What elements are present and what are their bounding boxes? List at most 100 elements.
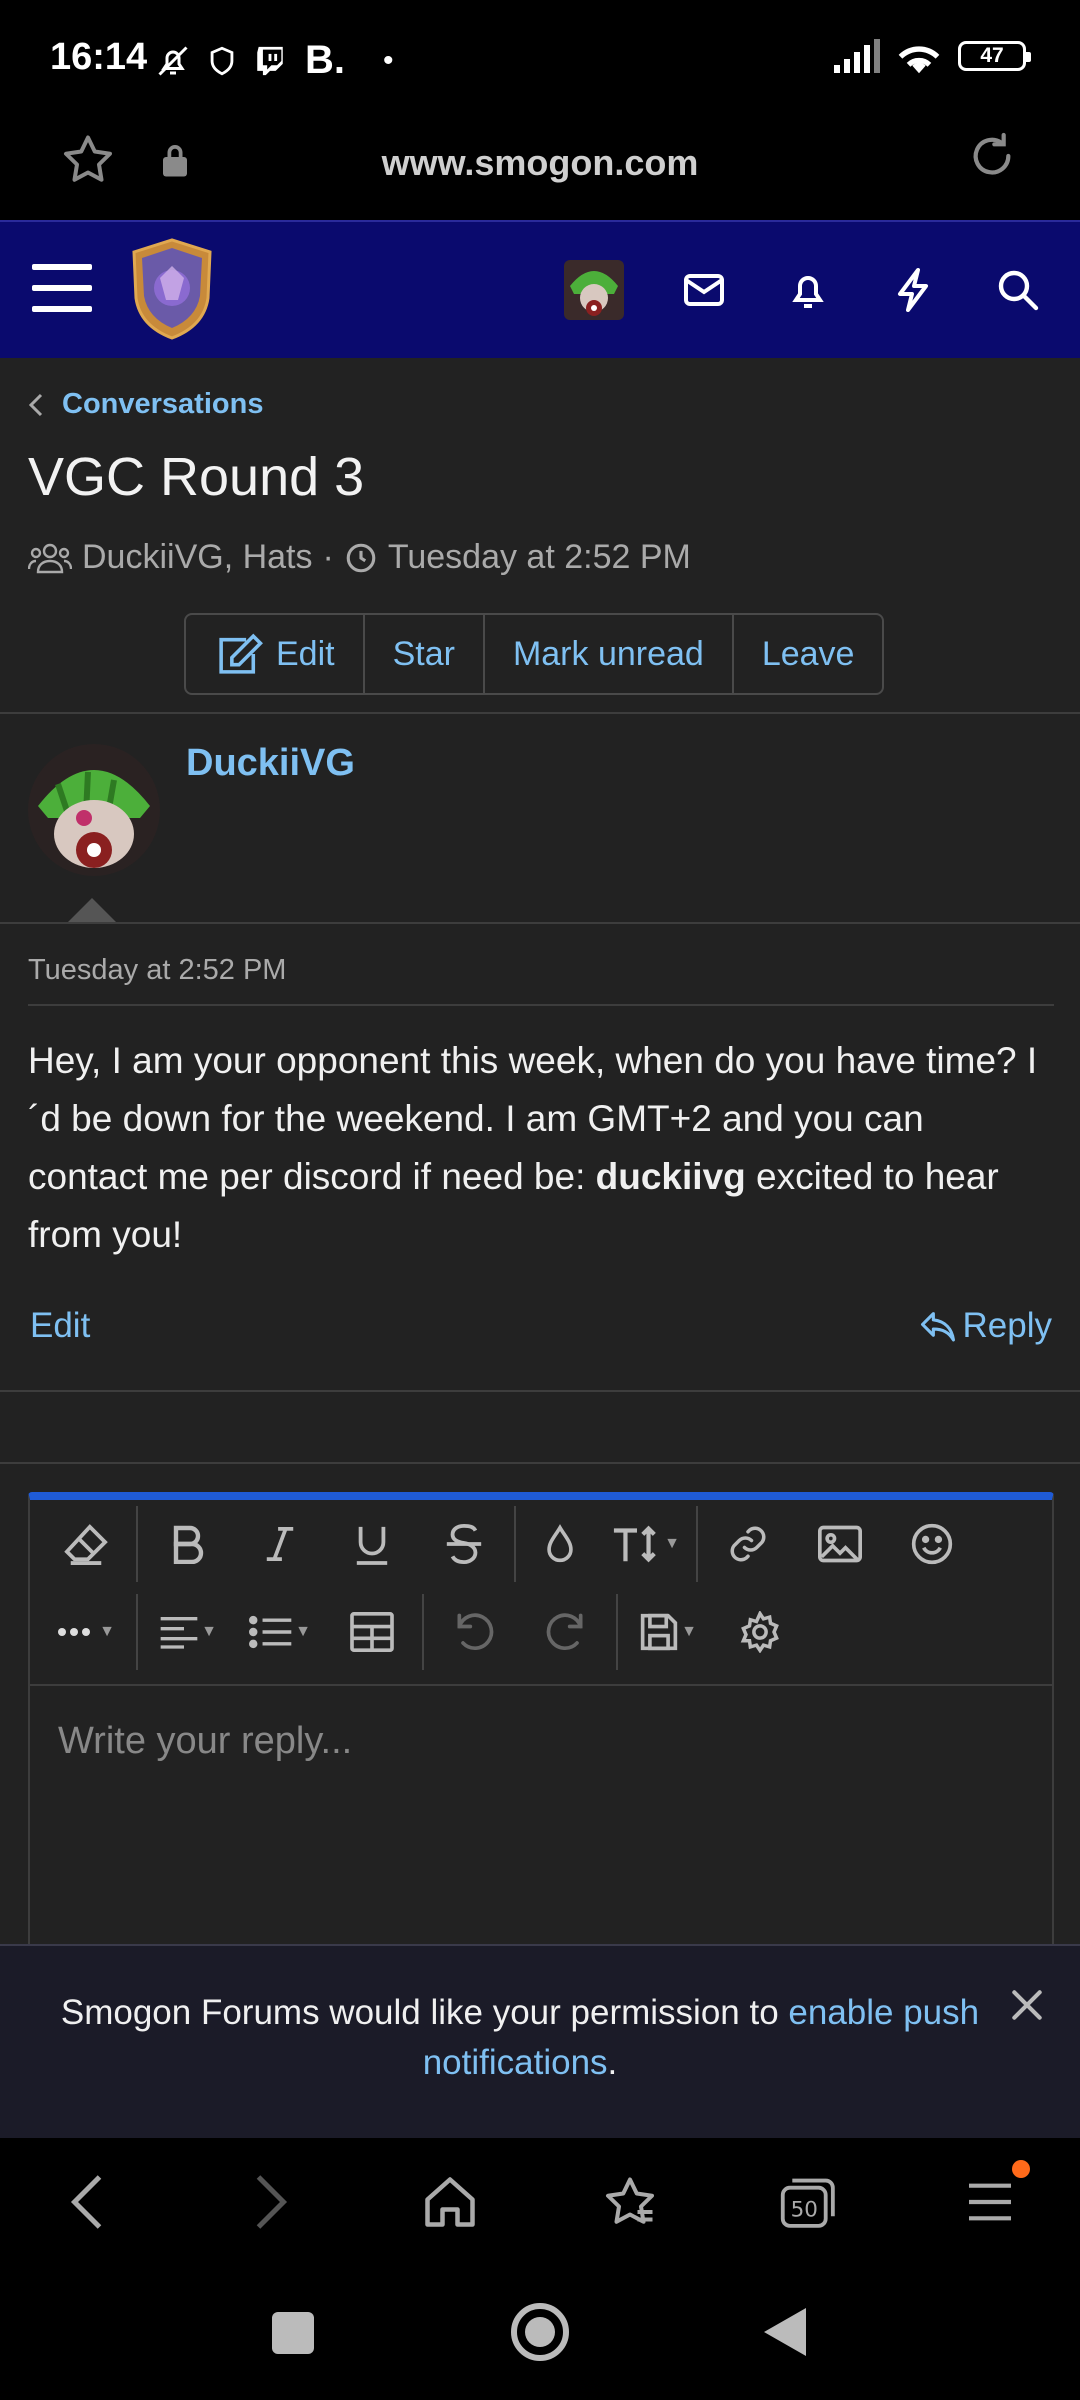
star-button[interactable]: Star [365,615,485,693]
toolbar-separator [616,1594,618,1670]
shield-app-icon [205,44,239,78]
app-b-icon: B. [305,38,345,82]
breadcrumb[interactable]: Conversations [28,388,263,421]
forward-icon[interactable] [246,2172,296,2232]
underline-icon[interactable] [326,1500,418,1588]
bookmarks-star-icon[interactable] [600,2172,660,2232]
smiley-icon[interactable] [886,1500,978,1588]
status-time: 16:14 [50,36,148,78]
reply-arrow-icon [919,1309,957,1343]
more-dot: • [383,43,394,77]
align-left-icon[interactable]: ▼ [142,1588,234,1676]
tabs-count-icon[interactable]: 50 [778,2172,840,2232]
toolbar-separator [422,1594,424,1670]
conversation-timestamp: Tuesday at 2:52 PM [387,538,691,576]
italic-icon[interactable] [234,1500,326,1588]
leave-button[interactable]: Leave [734,615,883,693]
message-edit-link[interactable]: Edit [30,1306,90,1346]
divider [0,712,1080,714]
bell-muted-icon [155,43,191,79]
signal-icon [832,39,880,73]
system-nav-bar [0,2266,1080,2400]
browser-url-bar: www.smogon.com [0,110,1080,220]
reply-placeholder: Write your reply... [58,1720,353,1762]
status-notification-icons: B. • [155,38,394,83]
toolbar-separator [136,1506,138,1582]
home-icon[interactable] [420,2172,480,2232]
divider [0,922,1080,924]
notification-period: . [607,2043,618,2082]
edit-pencil-icon [214,632,264,676]
link-icon[interactable] [702,1500,794,1588]
recent-apps-icon[interactable] [270,2310,316,2356]
system-back-icon[interactable] [762,2306,808,2358]
author-username[interactable]: DuckiiVG [186,742,355,785]
wifi-icon [896,38,942,74]
message-body: Hey, I am your opponent this week, when … [28,1032,1048,1264]
breadcrumb-conversations-link[interactable]: Conversations [62,388,263,421]
image-icon[interactable] [794,1500,886,1588]
text-color-drop-icon[interactable] [520,1500,600,1588]
undo-icon[interactable] [428,1588,520,1676]
url-text[interactable]: www.smogon.com [0,142,1080,184]
twitch-icon [253,44,287,78]
chevron-left-icon [28,392,44,418]
browser-menu-icon[interactable] [962,2172,1018,2232]
message-date[interactable]: Tuesday at 2:52 PM [28,954,286,987]
remove-format-eraser-icon[interactable] [40,1500,132,1588]
meta-separator: · [322,538,334,576]
participants-icon [28,542,72,574]
redo-icon[interactable] [520,1588,612,1676]
inbox-icon[interactable] [680,266,728,314]
battery-indicator: 47 [958,41,1031,71]
toolbar-separator [696,1506,698,1582]
toolbar-separator [514,1506,516,1582]
reply-label: Reply [962,1306,1052,1345]
bold-icon[interactable] [142,1500,234,1588]
reply-editor: ▼ ▼ ▼ ▼ ▼ Write your reply... [28,1492,1054,1944]
conversation-meta: DuckiiVG, Hats · Tuesday at 2:52 PM [28,538,691,577]
table-icon[interactable] [326,1588,418,1676]
status-bar: 16:14 B. • 47 [0,0,1080,110]
strikethrough-icon[interactable] [418,1500,510,1588]
alerts-bell-icon[interactable] [784,266,832,314]
push-notification-banner: Smogon Forums would like your permission… [0,1944,1080,2138]
toolbar-separator [136,1594,138,1670]
home-circle-icon[interactable] [510,2302,570,2362]
conversation-page: Conversations VGC Round 3 DuckiiVG, Hats… [0,358,1080,1944]
status-system-icons: 47 [832,38,1031,74]
message-bold-text: duckiivg [595,1156,746,1197]
divider [0,1462,1080,1464]
site-header [0,220,1080,358]
reload-icon[interactable] [964,128,1020,184]
settings-gear-icon[interactable] [714,1588,806,1676]
font-size-icon[interactable]: ▼ [600,1500,692,1588]
reply-button[interactable]: Reply [919,1306,1052,1346]
browser-bottom-bar: 50 [0,2138,1080,2266]
svg-text:50: 50 [791,2197,818,2222]
divider [28,1004,1054,1006]
author-avatar[interactable] [28,744,160,876]
more-options-icon[interactable]: ▼ [40,1588,132,1676]
search-icon[interactable] [994,266,1042,314]
whats-new-bolt-icon[interactable] [890,266,938,314]
page-title: VGC Round 3 [28,447,365,507]
hamburger-menu-icon[interactable] [32,262,92,314]
user-avatar-small[interactable] [564,260,624,320]
clock-icon [344,541,378,575]
menu-badge-dot [1012,2160,1030,2178]
mark-unread-button[interactable]: Mark unread [485,615,734,693]
smogon-logo[interactable] [126,238,218,340]
notification-message: Smogon Forums would like your permission… [40,1988,1000,2088]
drafts-save-icon[interactable]: ▼ [622,1588,714,1676]
list-icon[interactable]: ▼ [234,1588,326,1676]
reply-text-area[interactable]: Write your reply... [30,1684,1052,1944]
edit-conversation-button[interactable]: Edit [186,615,365,693]
close-icon[interactable] [1008,1986,1046,2024]
participants-list[interactable]: DuckiiVG, Hats [82,538,313,577]
notification-text: Smogon Forums would like your permission… [60,1993,789,2032]
conversation-actions: Edit Star Mark unread Leave [184,613,885,695]
editor-toolbar-row-2: ▼ ▼ ▼ ▼ [30,1588,1052,1676]
back-icon[interactable] [62,2172,112,2232]
edit-label: Edit [276,634,335,673]
